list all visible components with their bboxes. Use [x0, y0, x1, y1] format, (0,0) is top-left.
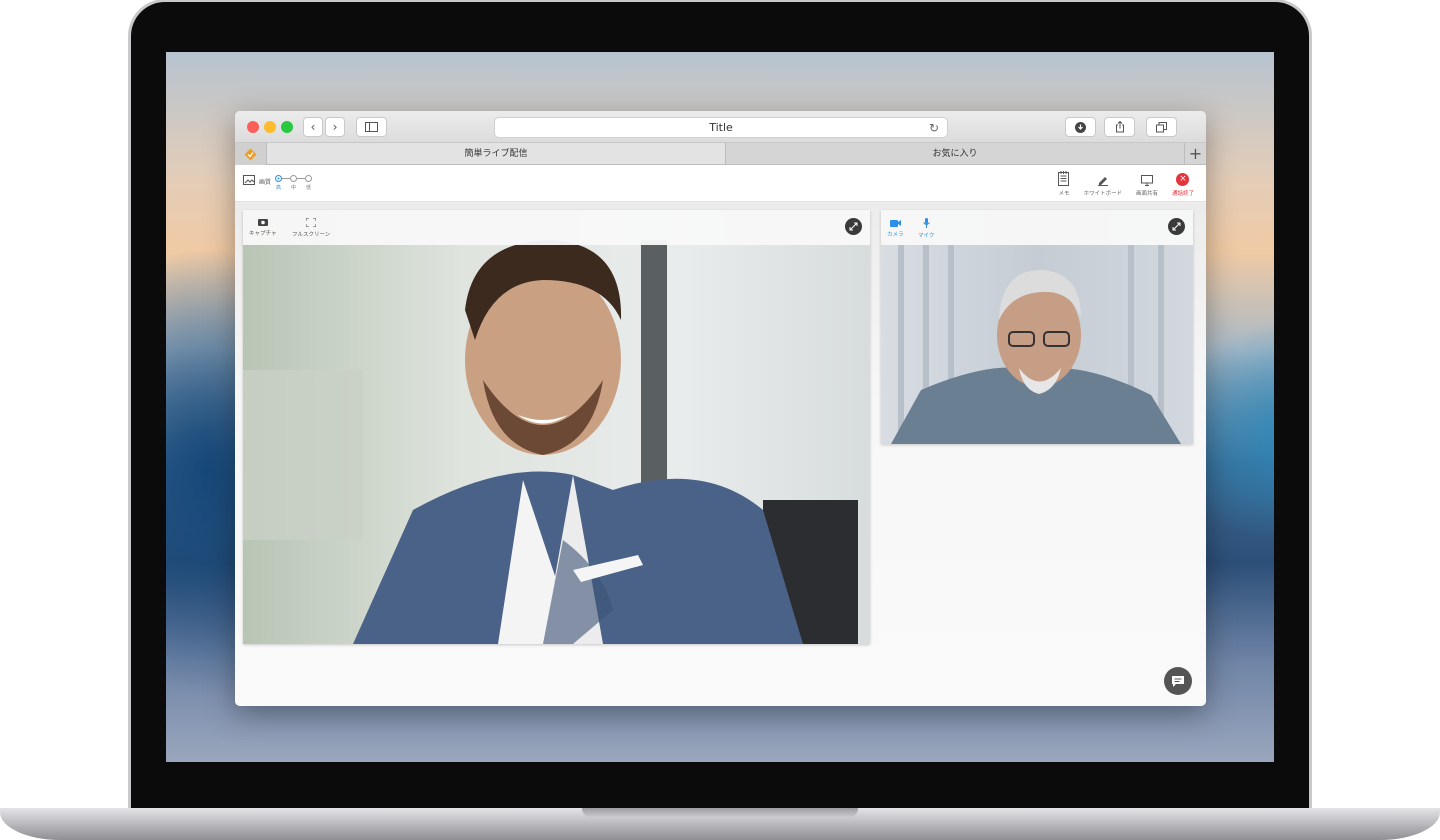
reload-icon[interactable]: ↻: [929, 118, 939, 138]
logo-icon: [244, 148, 257, 160]
sidebar-icon: [365, 122, 378, 132]
fullscreen-icon: [306, 218, 317, 227]
capture-icon: [257, 219, 268, 226]
quality-slider[interactable]: 高 中 低: [275, 175, 313, 191]
end-call-label: 通話終了: [1171, 191, 1194, 197]
share-button[interactable]: [1104, 117, 1135, 137]
side-video-expand-button[interactable]: [1168, 218, 1185, 235]
quality-icon: [243, 175, 255, 185]
mic-label: マイク: [918, 233, 935, 239]
back-button[interactable]: ‹: [303, 117, 323, 137]
logo-tab[interactable]: [235, 143, 267, 165]
forward-button[interactable]: ›: [325, 117, 345, 137]
end-call-icon: ×: [1176, 173, 1190, 186]
share-icon: [1115, 121, 1124, 133]
main-video-feed: [243, 210, 870, 644]
browser-titlebar: ‹ › Title ↻: [235, 111, 1206, 143]
memo-button[interactable]: メモ: [1058, 171, 1069, 197]
side-video-toolbar: カメラ マイク: [881, 210, 1193, 245]
camera-button[interactable]: カメラ: [887, 218, 904, 238]
mic-button[interactable]: マイク: [918, 218, 934, 239]
capture-button[interactable]: キャプチャ: [249, 218, 276, 237]
memo-icon: [1058, 171, 1070, 186]
side-video[interactable]: カメラ マイク: [881, 210, 1193, 444]
new-tab-button[interactable]: +: [1184, 143, 1206, 164]
memo-label: メモ: [1058, 191, 1070, 197]
sidebar-button[interactable]: [356, 117, 387, 137]
download-button[interactable]: [1065, 117, 1096, 137]
back-icon: ‹: [310, 120, 316, 134]
browser-window: ‹ › Title ↻ 簡単ライブ配信 お気に入り + 画質 高 中 低 メモ …: [235, 111, 1206, 706]
download-icon: [1075, 121, 1086, 133]
quality-label: 画質: [259, 179, 272, 186]
right-tools: メモ ホワイトボード 画面共有 × 通話終了: [1058, 171, 1194, 197]
laptop-notch: [582, 808, 858, 818]
quality-control: 画質 高 中 低: [243, 175, 313, 191]
chat-icon: [1172, 675, 1184, 687]
whiteboard-button[interactable]: ホワイトボード: [1083, 175, 1122, 197]
chat-button[interactable]: [1164, 667, 1192, 695]
quality-high-option[interactable]: [275, 175, 283, 182]
screen-share-icon: [1140, 175, 1153, 186]
expand-icon: [849, 222, 858, 231]
quality-mid-label: 中: [291, 185, 297, 191]
quality-mid-option[interactable]: [290, 175, 298, 182]
screen-share-button[interactable]: 画面共有: [1136, 175, 1158, 197]
close-window-button[interactable]: [247, 121, 259, 133]
camera-icon: [889, 220, 901, 227]
quality-low-label: 低: [306, 185, 312, 191]
fullscreen-label: フルスクリーン: [292, 232, 331, 238]
tab-live-stream[interactable]: 簡単ライブ配信: [267, 143, 726, 164]
minimize-window-button[interactable]: [264, 121, 276, 133]
tabs-icon: [1156, 121, 1167, 132]
capture-label: キャプチャ: [249, 231, 277, 237]
address-bar[interactable]: Title ↻: [494, 117, 948, 138]
mic-icon: [922, 218, 930, 228]
conference-area: キャプチャ フルスクリーン カメラ マイク: [235, 202, 1206, 706]
tab-bar: 簡単ライブ配信 お気に入り +: [235, 143, 1206, 165]
maximize-window-button[interactable]: [281, 121, 293, 133]
page-title: Title: [709, 121, 733, 134]
quality-high-label: 高: [276, 185, 282, 191]
whiteboard-label: ホワイトボード: [1083, 191, 1122, 197]
expand-icon: [1172, 222, 1181, 231]
main-video[interactable]: キャプチャ フルスクリーン: [243, 210, 870, 644]
main-video-toolbar: キャプチャ フルスクリーン: [243, 210, 870, 245]
app-toolbar: 画質 高 中 低 メモ ホワイトボード 画面共有 × 通話終了: [235, 165, 1206, 202]
tab-favorites[interactable]: お気に入り: [726, 143, 1184, 164]
main-video-expand-button[interactable]: [845, 218, 862, 235]
fullscreen-button[interactable]: フルスクリーン: [292, 218, 330, 238]
end-call-button[interactable]: × 通話終了: [1172, 173, 1194, 197]
quality-low-option[interactable]: [305, 175, 313, 182]
tabs-button[interactable]: [1146, 117, 1177, 137]
side-video-feed: [881, 210, 1193, 444]
forward-icon: ›: [332, 120, 338, 134]
camera-label: カメラ: [887, 232, 904, 238]
screen-share-label: 画面共有: [1135, 191, 1158, 197]
whiteboard-icon: [1097, 177, 1108, 186]
